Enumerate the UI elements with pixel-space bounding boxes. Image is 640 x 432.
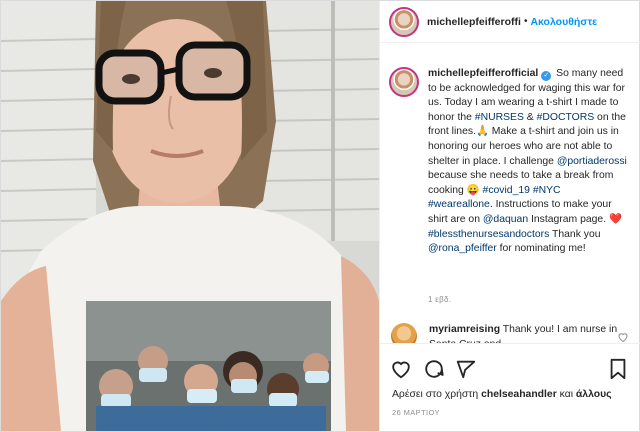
- share-icon[interactable]: [455, 358, 477, 380]
- likes-others[interactable]: άλλους: [576, 389, 612, 400]
- post-date[interactable]: 26 ΜΑΡΤΙΟΥ: [392, 408, 440, 417]
- caption: michellepfeifferofficial ✓ So many need t…: [389, 67, 634, 257]
- caption-fragment: for nominating me!: [496, 243, 586, 255]
- comments-section[interactable]: michellepfeifferofficial ✓ So many need t…: [380, 43, 640, 343]
- action-bar: Αρέσει στο χρήστη chelseahandler και άλλ…: [380, 343, 640, 431]
- likes-user[interactable]: chelseahandler: [481, 389, 557, 400]
- selfie-illustration: [1, 1, 379, 431]
- hashtag-nyc[interactable]: #NYC: [533, 185, 561, 196]
- likes-middle: και: [556, 389, 576, 400]
- hashtag-doctors[interactable]: #DOCTORS: [537, 112, 595, 123]
- verified-badge-icon: ✓: [541, 71, 552, 81]
- heart-icon[interactable]: [390, 358, 412, 380]
- mention-portiaderossi[interactable]: @portiaderossi: [557, 156, 627, 167]
- post-sidebar: michellepfeifferoffi • Ακολουθήστε miche…: [379, 1, 640, 431]
- caption-fragment: Instagram page.: [528, 213, 609, 225]
- caption-username[interactable]: michellepfeifferofficial: [428, 68, 538, 79]
- comment-icon[interactable]: [423, 358, 445, 380]
- tongue-emoji: 😛: [466, 184, 480, 196]
- hashtag-blessthenurses[interactable]: #blessthenursesandoctors: [428, 229, 549, 240]
- bookmark-icon[interactable]: [608, 358, 628, 380]
- caption-timestamp[interactable]: 1 εβδ.: [428, 295, 451, 304]
- caption-fragment: &: [523, 111, 537, 123]
- author-username[interactable]: michellepfeifferoffi: [427, 16, 521, 28]
- mention-rona-pfeiffer[interactable]: @rona_pfeiffer: [428, 243, 497, 254]
- caption-text: michellepfeifferofficial ✓ So many need t…: [428, 67, 628, 257]
- post-photo[interactable]: [1, 1, 379, 431]
- likes-summary: Αρέσει στο χρήστη chelseahandler και άλλ…: [392, 389, 612, 400]
- mention-daquan[interactable]: @daquan: [483, 214, 528, 225]
- comment-text: myriamreising Thank you! I am nurse in S…: [429, 323, 619, 343]
- caption-fragment: Thank you: [549, 228, 601, 240]
- commenter-username[interactable]: myriamreising: [429, 324, 500, 335]
- likes-prefix: Αρέσει στο χρήστη: [392, 389, 482, 400]
- heart-emoji: ❤️: [608, 213, 622, 225]
- author-avatar[interactable]: [389, 6, 419, 37]
- comment-item: myriamreising Thank you! I am nurse in S…: [391, 323, 636, 343]
- caption-avatar[interactable]: [389, 67, 419, 97]
- comment-like-heart-icon[interactable]: [617, 331, 629, 343]
- hashtag-covid[interactable]: #covid_19: [483, 185, 530, 196]
- follow-button[interactable]: Ακολουθήστε: [530, 16, 597, 28]
- commenter-avatar[interactable]: [391, 323, 417, 343]
- hashtag-weareallone[interactable]: #weareallone: [428, 199, 490, 210]
- post-card: michellepfeifferoffi • Ακολουθήστε miche…: [0, 0, 640, 432]
- header-separator: •: [523, 16, 528, 27]
- pray-emoji: 🙏: [475, 126, 489, 138]
- hashtag-nurses[interactable]: #NURSES: [475, 112, 524, 123]
- post-header: michellepfeifferoffi • Ακολουθήστε: [380, 1, 640, 43]
